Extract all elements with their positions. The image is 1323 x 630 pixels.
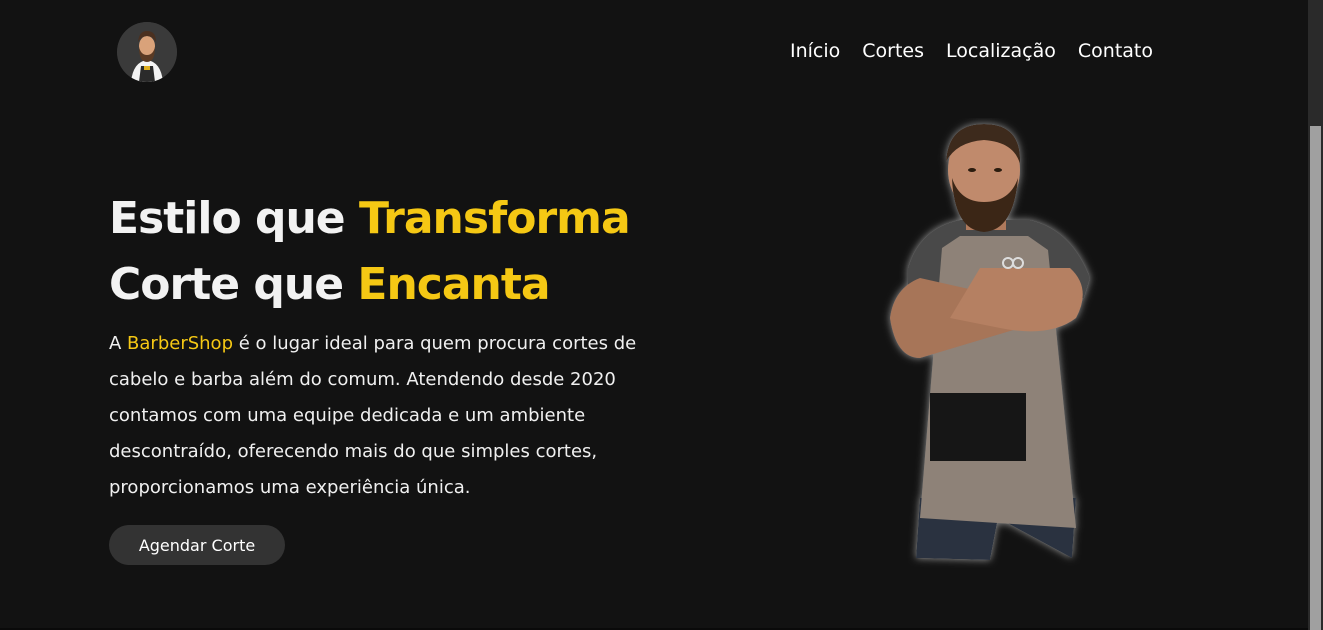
nav-localizacao-link[interactable]: Localização bbox=[946, 40, 1056, 62]
schedule-cut-button[interactable]: Agendar Corte bbox=[109, 525, 285, 565]
hero-title-line1: Estilo que Transforma bbox=[109, 193, 631, 244]
hero-title-line1-text: Estilo que bbox=[109, 193, 359, 244]
hero-description-prefix: A bbox=[109, 333, 128, 354]
hero-title-line1-accent: Transforma bbox=[358, 193, 631, 244]
nav-cortes-link[interactable]: Cortes bbox=[862, 40, 924, 62]
hero-title-line2: Corte que Encanta bbox=[109, 259, 551, 310]
nav-inicio-link[interactable]: Início bbox=[790, 40, 840, 62]
barber-portrait-icon bbox=[880, 118, 1106, 568]
nav-contato-link[interactable]: Contato bbox=[1078, 40, 1153, 62]
hero-description-text: é o lugar ideal para quem procura cortes… bbox=[109, 333, 637, 498]
main-nav: Início Cortes Localização Contato bbox=[790, 40, 1153, 62]
page: Início Cortes Localização Contato Estilo… bbox=[0, 0, 1323, 630]
scrollbar-thumb[interactable] bbox=[1310, 126, 1321, 630]
vertical-scrollbar[interactable] bbox=[1308, 0, 1323, 630]
hero-description: A BarberShop é o lugar ideal para quem p… bbox=[109, 326, 654, 506]
hero-title: Estilo que Transforma Corte que Encanta bbox=[109, 186, 631, 318]
brand-name: BarberShop bbox=[127, 333, 233, 354]
logo-avatar-icon[interactable] bbox=[117, 22, 177, 82]
hero-title-line2-accent: Encanta bbox=[357, 259, 550, 310]
hero-title-line2-text: Corte que bbox=[109, 259, 358, 310]
